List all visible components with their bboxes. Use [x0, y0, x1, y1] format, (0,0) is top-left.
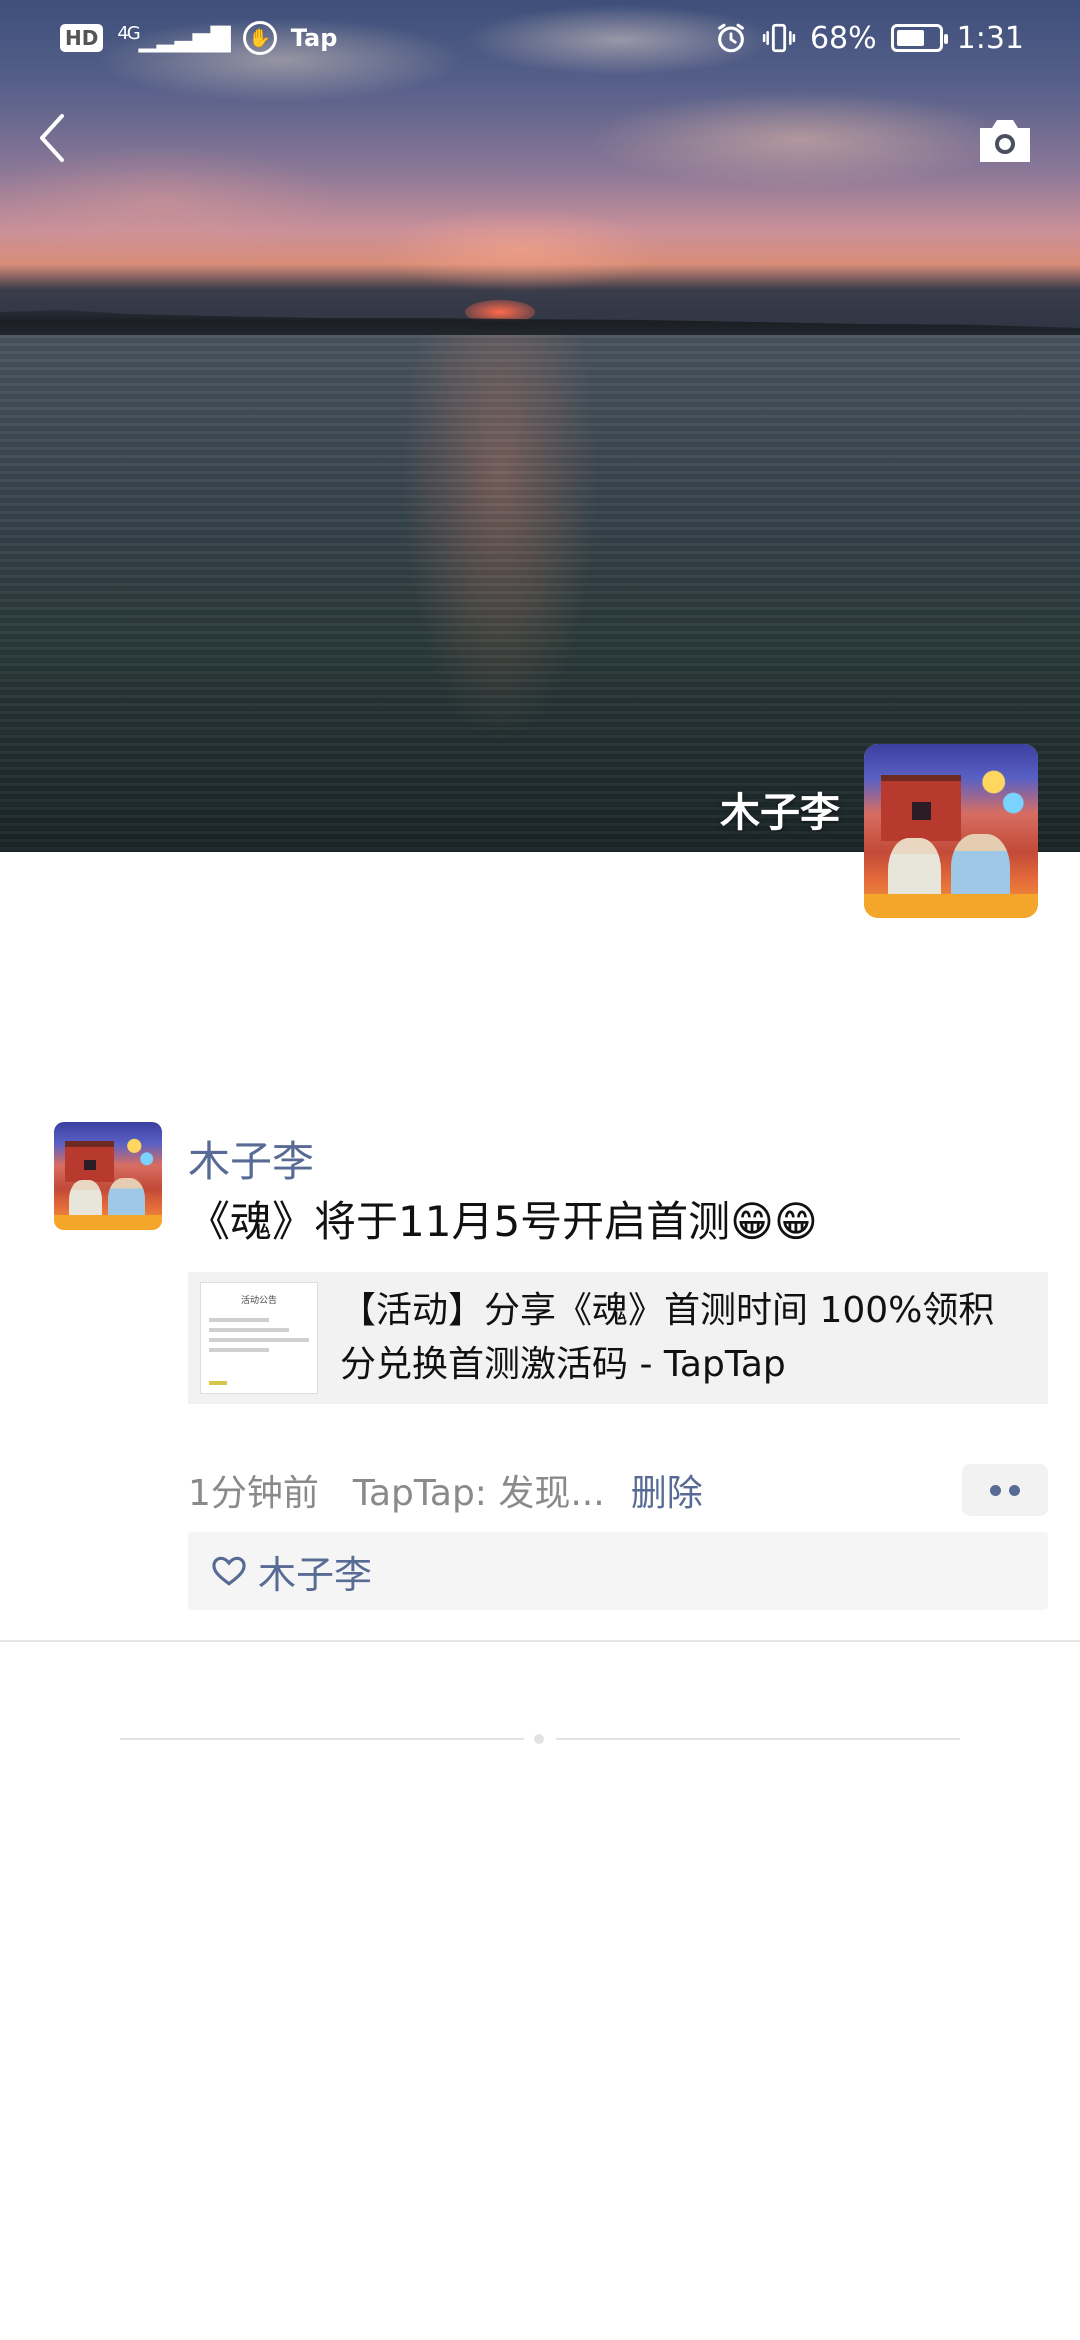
- more-dot-icon: [990, 1484, 1001, 1496]
- signal-icon: 4G▁▂▃▅▇: [117, 23, 230, 53]
- heart-icon: [212, 1556, 246, 1586]
- post-source[interactable]: TapTap: 发现...: [353, 1464, 605, 1516]
- alarm-icon: [718, 23, 744, 53]
- link-thumbnail: 活动公告: [200, 1282, 318, 1394]
- likes-names[interactable]: 木子李: [258, 1544, 372, 1599]
- post-meta: 1分钟前 TapTap: 发现... 删除: [188, 1460, 1048, 1520]
- hd-badge: HD: [60, 24, 104, 52]
- status-right: 68% 1:31: [714, 21, 1024, 56]
- more-dot-icon: [1009, 1484, 1020, 1496]
- delete-button[interactable]: 删除: [631, 1464, 703, 1516]
- avatar-image: [54, 1122, 162, 1230]
- status-bar: HD 4G▁▂▃▅▇ ✋ Tap 68% 1:31: [0, 0, 1080, 76]
- end-of-feed-marker: [120, 1734, 960, 1744]
- status-left: HD 4G▁▂▃▅▇ ✋ Tap: [60, 21, 337, 55]
- vibrate-icon: [762, 23, 796, 53]
- profile-name: 木子李: [720, 790, 840, 836]
- post-text: 《魂》将于11月5号开启首测😁😁: [188, 1197, 818, 1246]
- camera-icon[interactable]: [976, 116, 1034, 164]
- clock: 1:31: [956, 20, 1024, 56]
- likes-box: 木子李: [188, 1532, 1048, 1610]
- post-author[interactable]: 木子李: [188, 1128, 314, 1189]
- post-avatar[interactable]: [54, 1122, 162, 1230]
- battery-percent: 68%: [809, 20, 877, 56]
- cover-photo[interactable]: [0, 0, 1080, 852]
- post-time: 1分钟前: [188, 1473, 319, 1514]
- battery-icon: [890, 24, 948, 52]
- feed-divider: [0, 1640, 1080, 1642]
- profile-avatar[interactable]: [864, 744, 1038, 918]
- tap-label: Tap: [290, 24, 338, 52]
- avatar-image: [864, 744, 1038, 918]
- link-thumbnail-title: 活动公告: [240, 1296, 277, 1306]
- chevron-left-icon[interactable]: [30, 110, 74, 166]
- network-label: 4G: [117, 23, 140, 44]
- tap-app-icon: ✋: [242, 21, 277, 55]
- shared-link-card[interactable]: 活动公告 【活动】分享《魂》首测时间 100%领积分兑换首测激活码 - TapT…: [188, 1272, 1048, 1404]
- more-actions-button[interactable]: [962, 1464, 1048, 1516]
- link-title: 【活动】分享《魂》首测时间 100%领积分兑换首测激活码 - TapTap: [340, 1290, 995, 1385]
